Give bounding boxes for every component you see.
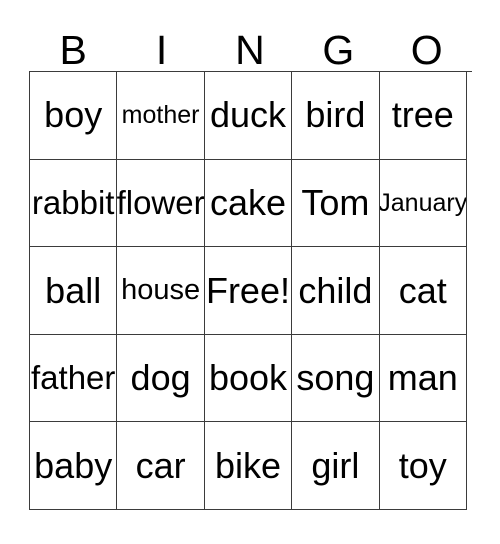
bingo-cell-i1[interactable]: mother [117,72,205,160]
bingo-row-5: baby car bike girl toy [30,422,472,510]
bingo-cell-g4[interactable]: song [292,334,380,423]
bingo-cell-label: car [135,444,186,486]
bingo-cell-g3[interactable]: child [292,247,380,335]
bingo-cell-label: toy [398,444,447,486]
bingo-cell-g2[interactable]: Tom [292,159,380,248]
bingo-cell-label: cat [398,269,447,311]
bingo-grid: boy mother duck bird tree rabbit flower … [29,71,472,510]
bingo-card: B I N G O boy mother duck bird tree rabb… [29,14,472,510]
bingo-free-space-label: Free! [205,269,290,311]
bingo-header-letter-o: O [410,27,443,73]
bingo-cell-label: song [296,357,375,399]
bingo-cell-label: father [31,358,116,396]
bingo-cell-b2[interactable]: rabbit [30,159,118,248]
bingo-cell-label: mother [121,101,200,130]
bingo-cell-i5[interactable]: car [117,422,205,510]
bingo-cell-label: Tom [301,181,370,223]
bingo-cell-label: bird [305,94,366,136]
bingo-cell-label: January [379,188,467,217]
bingo-cell-o3[interactable]: cat [379,247,467,335]
bingo-cell-o4[interactable]: man [379,334,467,423]
bingo-cell-label: house [121,274,201,307]
bingo-cell-label: bike [214,444,281,486]
bingo-cell-g1[interactable]: bird [292,72,380,160]
bingo-cell-b4[interactable]: father [30,334,118,423]
bingo-cell-label: dog [130,357,191,399]
bingo-cell-free-space[interactable]: Free! [204,247,293,335]
bingo-header-letter-b: B [59,27,87,73]
bingo-cell-o2[interactable]: January [379,159,467,248]
bingo-row-1: boy mother duck bird tree [30,72,472,160]
bingo-cell-b3[interactable]: ball [30,247,118,335]
bingo-cell-n1[interactable]: duck [204,72,293,160]
bingo-cell-label: duck [209,94,286,136]
bingo-cell-n5[interactable]: bike [204,422,293,510]
bingo-cell-o1[interactable]: tree [379,72,467,160]
bingo-cell-b1[interactable]: boy [30,72,118,160]
bingo-cell-label: flower [117,183,205,221]
bingo-cell-n4[interactable]: book [204,334,293,423]
bingo-cell-label: book [208,357,288,399]
bingo-header-row: B I N G O [29,14,471,71]
bingo-cell-i3[interactable]: house [117,247,205,335]
bingo-cell-label: cake [209,181,286,223]
bingo-cell-label: rabbit [31,183,115,221]
bingo-cell-label: boy [44,94,103,136]
bingo-row-4: father dog book song man [30,334,472,423]
bingo-cell-o5[interactable]: toy [379,422,467,510]
bingo-row-3: ball house Free! child cat [30,247,472,335]
bingo-cell-label: child [298,269,373,311]
bingo-row-2: rabbit flower cake Tom January [30,159,472,248]
bingo-cell-label: girl [311,444,360,486]
bingo-cell-label: ball [45,269,102,311]
bingo-cell-i4[interactable]: dog [117,334,205,423]
bingo-cell-g5[interactable]: girl [292,422,380,510]
bingo-header-letter-g: G [322,27,355,73]
bingo-header-letter-i: I [155,27,168,73]
bingo-header-letter-n: N [235,27,265,73]
bingo-cell-label: man [387,357,458,399]
bingo-cell-label: tree [391,94,454,136]
bingo-cell-label: baby [34,444,113,486]
bingo-cell-b5[interactable]: baby [30,422,118,510]
bingo-cell-i2[interactable]: flower [117,159,205,248]
bingo-cell-n2[interactable]: cake [204,159,293,248]
